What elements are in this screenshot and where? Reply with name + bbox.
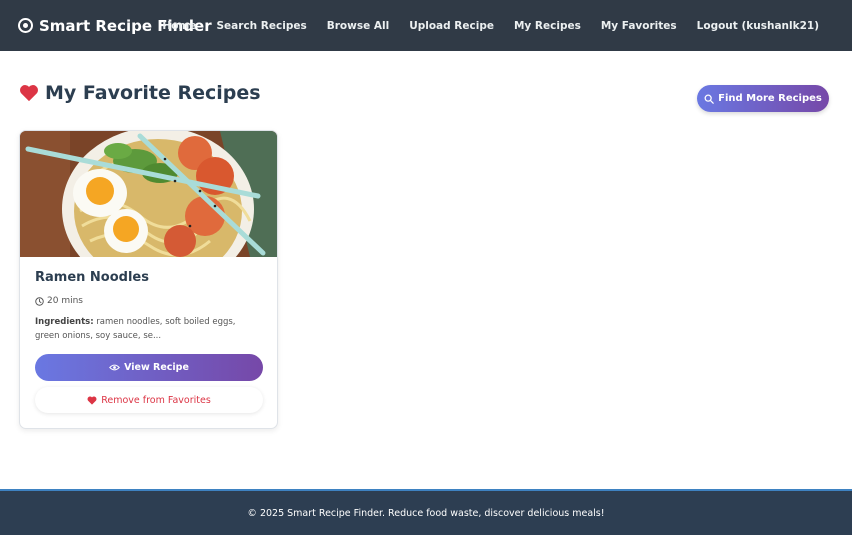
recipe-ingredients: Ingredients: ramen noodles, soft boiled … (35, 316, 255, 343)
view-recipe-button[interactable]: View Recipe (35, 354, 263, 381)
heart-icon (20, 85, 38, 102)
nav-links: Home Search Recipes Browse All Upload Re… (162, 0, 819, 51)
clock-icon (35, 296, 44, 306)
nav-upload-recipe[interactable]: Upload Recipe (409, 20, 494, 32)
find-more-recipes-button[interactable]: Find More Recipes (697, 85, 829, 112)
footer: © 2025 Smart Recipe Finder. Reduce food … (0, 489, 852, 535)
remove-from-favorites-button[interactable]: Remove from Favorites (35, 387, 263, 413)
nav-home[interactable]: Home (162, 20, 196, 32)
recipe-title: Ramen Noodles (35, 270, 149, 285)
page-title: My Favorite Recipes (19, 82, 261, 104)
navbar: Smart Recipe Finder Home Search Recipes … (0, 0, 852, 51)
recipe-image[interactable] (20, 131, 278, 257)
eye-icon (109, 364, 120, 371)
footer-text: © 2025 Smart Recipe Finder. Reduce food … (247, 507, 605, 519)
brand-icon (18, 18, 33, 33)
find-more-recipes-label: Find More Recipes (718, 93, 822, 104)
nav-my-favorites[interactable]: My Favorites (601, 20, 677, 32)
page-title-text: My Favorite Recipes (45, 82, 261, 104)
heart-icon (87, 396, 97, 405)
nav-logout[interactable]: Logout (kushanlk21) (697, 20, 819, 32)
nav-browse-all[interactable]: Browse All (327, 20, 389, 32)
nav-search-recipes[interactable]: Search Recipes (217, 20, 307, 32)
ingredients-label: Ingredients: (35, 317, 94, 327)
remove-from-favorites-label: Remove from Favorites (101, 394, 211, 406)
recipe-card: Ramen Noodles 20 mins Ingredients: ramen… (19, 130, 278, 429)
recipe-time: 20 mins (35, 296, 83, 306)
view-recipe-label: View Recipe (124, 362, 189, 373)
search-icon (704, 94, 714, 104)
nav-my-recipes[interactable]: My Recipes (514, 20, 581, 32)
recipe-time-value: 20 mins (47, 296, 83, 306)
